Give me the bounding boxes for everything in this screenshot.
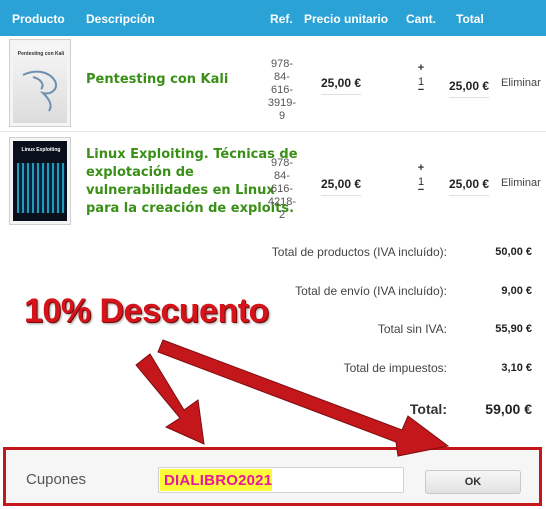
cover-title: Pentesting con Kali [17,51,65,57]
coupon-code-value: DIALIBRO2021 [164,472,273,489]
apply-coupon-button[interactable]: OK [425,470,521,494]
products-total-label: Total de productos (IVA incluído): [271,245,447,259]
col-description: Descripción [86,12,155,26]
row-divider [0,131,546,132]
col-total: Total [456,12,484,26]
qty-increase-button[interactable]: + [414,162,428,176]
qty-decrease-button[interactable]: − [414,185,428,196]
quantity-stepper[interactable]: + 1 − [414,162,428,196]
remove-item-link[interactable]: Eliminar [501,177,541,189]
line-total: 25,00 € [449,79,490,98]
cart-table-header: Producto Descripción Ref. Precio unitari… [0,0,546,36]
coupon-section: Cupones DIALIBRO2021 OK [3,447,542,506]
taxes-total-value: 3,10 € [501,362,532,374]
cover-title: Linux Exploiting [21,147,61,153]
unit-price: 25,00 € [321,76,362,95]
no-vat-total-value: 55,90 € [495,323,532,335]
qty-decrease-button[interactable]: − [414,85,428,96]
shipping-total-label: Total de envío (IVA incluído): [295,284,447,298]
col-ref: Ref. [270,12,293,26]
product-ref: 978- 84- 616- 4218-2 [267,157,297,221]
line-total: 25,00 € [449,177,490,196]
taxes-total-label: Total de impuestos: [343,361,447,375]
grand-total-value: 59,00 € [485,401,532,417]
product-cover-linux[interactable]: Linux Exploiting [9,137,71,225]
products-total-value: 50,00 € [495,246,532,258]
kali-dragon-icon [22,70,57,112]
grand-total-label: Total: [409,401,447,417]
col-qty: Cant. [406,12,436,26]
unit-price: 25,00 € [321,177,362,196]
coupon-label: Cupones [26,471,87,488]
quantity-stepper[interactable]: + 1 − [414,62,428,96]
col-product: Producto [12,12,65,26]
shipping-total-value: 9,00 € [501,285,532,297]
discount-annotation: 10% Descuento [24,292,269,330]
product-title[interactable]: Pentesting con Kali [86,71,228,89]
no-vat-total-label: Total sin IVA: [377,322,447,336]
product-ref: 978- 84- 616- 3919-9 [267,58,297,122]
cover-art [17,163,65,213]
col-unit-price: Precio unitario [304,12,389,26]
qty-increase-button[interactable]: + [414,62,428,76]
remove-item-link[interactable]: Eliminar [501,77,541,89]
product-cover-kali[interactable]: Pentesting con Kali [9,39,71,127]
